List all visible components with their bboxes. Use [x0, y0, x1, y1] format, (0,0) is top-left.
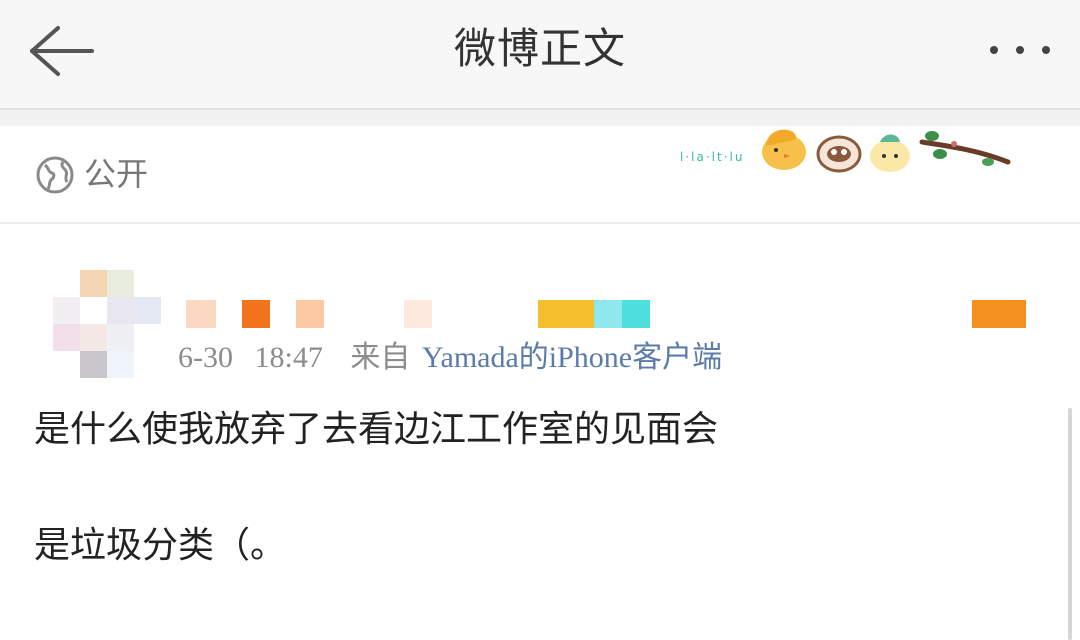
more-dots-icon [990, 46, 998, 54]
globe-icon [36, 156, 74, 194]
avatar[interactable] [46, 248, 166, 398]
post-header: 6-30 18:47 来自 Yamada的iPhone客户端 [0, 224, 1080, 394]
visibility-row: 公开 l·la·lt·lu [0, 126, 1080, 224]
username-redacted[interactable] [186, 300, 1046, 330]
top-navigation-bar: 微博正文 [0, 0, 1080, 110]
post-date: 6-30 [178, 341, 233, 374]
visibility-label: 公开 [84, 155, 149, 193]
owl-sticker-icon [816, 135, 862, 173]
post-text-line: 是垃圾分类（。 [34, 525, 287, 566]
post-content: 是什么使我放弃了去看边江工作室的见面会 是垃圾分类（。 [34, 402, 1044, 574]
branch-sticker-icon [919, 131, 1011, 166]
card-sticker-decoration: l·la·lt·lu [676, 126, 1016, 186]
page-title: 微博正文 [453, 24, 626, 73]
weibo-detail-screen: 微博正文 公开 l·la·lt·lu 6-30 18:47 来自 Yamada的… [0, 0, 1080, 640]
back-arrow-icon [30, 26, 94, 76]
post-meta: 6-30 18:47 来自 Yamada的iPhone客户端 [178, 338, 722, 378]
more-options-button[interactable] [986, 26, 1060, 72]
source-client-link[interactable]: Yamada的iPhone客户端 [422, 341, 722, 374]
leaf-chick-sticker-icon [870, 134, 910, 172]
chick-sticker-icon [762, 129, 806, 170]
sticker-text: l·la·lt·lu [680, 150, 745, 164]
post-text-line: 是什么使我放弃了去看边江工作室的见面会 [34, 409, 719, 450]
more-dots-icon [1042, 46, 1050, 54]
section-divider [0, 110, 1080, 126]
source-prefix: 来自 [350, 341, 411, 374]
scrollbar[interactable] [1068, 408, 1072, 640]
back-button[interactable] [22, 20, 102, 82]
more-dots-icon [1016, 46, 1024, 54]
post-time: 18:47 [254, 341, 323, 374]
